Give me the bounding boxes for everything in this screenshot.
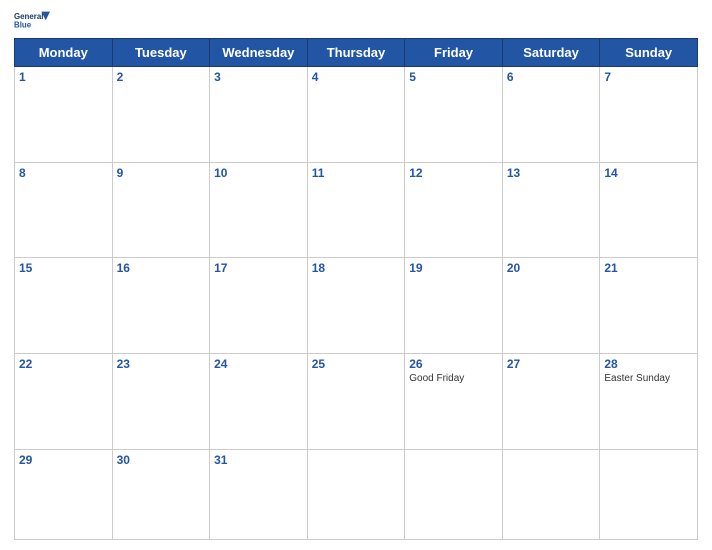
day-number: 6 [507,70,596,84]
calendar-cell [405,449,503,539]
weekday-header-thursday: Thursday [307,39,405,67]
day-number: 12 [409,166,498,180]
day-number: 18 [312,261,401,275]
day-number: 24 [214,357,303,371]
event-label: Good Friday [409,373,498,384]
week-row-3: 15 16 17 18 19 20 21 [15,258,698,354]
calendar-cell: 13 [502,162,600,258]
calendar-cell: 29 [15,449,113,539]
day-number: 19 [409,261,498,275]
day-number: 5 [409,70,498,84]
calendar-cell: 2 [112,67,210,163]
calendar-table: MondayTuesdayWednesdayThursdayFridaySatu… [14,38,698,540]
calendar-cell: 14 [600,162,698,258]
weekday-header-saturday: Saturday [502,39,600,67]
day-number: 31 [214,453,303,467]
weekday-header-sunday: Sunday [600,39,698,67]
day-number: 2 [117,70,206,84]
day-number: 10 [214,166,303,180]
week-row-4: 22 23 24 25 26 Good Friday 27 28 Easter Sunday [15,353,698,449]
calendar-header: General Blue [14,10,698,32]
week-row-1: 1234567 [15,67,698,163]
calendar-cell: 7 [600,67,698,163]
calendar-cell: 15 [15,258,113,354]
calendar-cell: 11 [307,162,405,258]
logo-icon: General Blue [14,10,50,32]
calendar-cell: 30 [112,449,210,539]
calendar-cell: 1 [15,67,113,163]
day-number: 16 [117,261,206,275]
calendar-cell: 21 [600,258,698,354]
calendar-cell: 16 [112,258,210,354]
calendar-cell [307,449,405,539]
calendar-cell: 6 [502,67,600,163]
calendar-cell: 4 [307,67,405,163]
calendar-cell: 25 [307,353,405,449]
calendar-cell: 10 [210,162,308,258]
day-number: 30 [117,453,206,467]
calendar-cell: 28 Easter Sunday [600,353,698,449]
weekday-header-tuesday: Tuesday [112,39,210,67]
calendar-page: General Blue MondayTuesdayWednesdayThurs… [0,0,712,550]
day-number: 9 [117,166,206,180]
day-number: 20 [507,261,596,275]
calendar-cell: 31 [210,449,308,539]
day-number: 8 [19,166,108,180]
day-number: 1 [19,70,108,84]
logo: General Blue [14,10,50,32]
day-number: 3 [214,70,303,84]
calendar-cell: 24 [210,353,308,449]
calendar-cell [502,449,600,539]
weekday-header-row: MondayTuesdayWednesdayThursdayFridaySatu… [15,39,698,67]
weekday-header-monday: Monday [15,39,113,67]
day-number: 29 [19,453,108,467]
calendar-cell: 23 [112,353,210,449]
weekday-header-wednesday: Wednesday [210,39,308,67]
day-number: 14 [604,166,693,180]
day-number: 27 [507,357,596,371]
week-row-5: 29 30 31 [15,449,698,539]
day-number: 25 [312,357,401,371]
calendar-cell: 12 [405,162,503,258]
day-number: 23 [117,357,206,371]
day-number: 13 [507,166,596,180]
calendar-cell: 5 [405,67,503,163]
day-number: 22 [19,357,108,371]
day-number: 11 [312,166,401,180]
week-row-2: 89 10 11 12 13 14 [15,162,698,258]
calendar-cell: 3 [210,67,308,163]
day-number: 15 [19,261,108,275]
calendar-cell: 26 Good Friday [405,353,503,449]
weekday-header-friday: Friday [405,39,503,67]
calendar-cell: 18 [307,258,405,354]
calendar-cell: 20 [502,258,600,354]
svg-text:General: General [14,12,43,21]
day-number: 26 [409,357,498,371]
calendar-cell: 8 [15,162,113,258]
calendar-cell [600,449,698,539]
calendar-cell: 9 [112,162,210,258]
day-number: 7 [604,70,693,84]
event-label: Easter Sunday [604,373,693,384]
day-number: 21 [604,261,693,275]
calendar-cell: 27 [502,353,600,449]
calendar-cell: 19 [405,258,503,354]
svg-text:Blue: Blue [14,20,32,29]
calendar-cell: 17 [210,258,308,354]
day-number: 4 [312,70,401,84]
calendar-cell: 22 [15,353,113,449]
day-number: 28 [604,357,693,371]
day-number: 17 [214,261,303,275]
